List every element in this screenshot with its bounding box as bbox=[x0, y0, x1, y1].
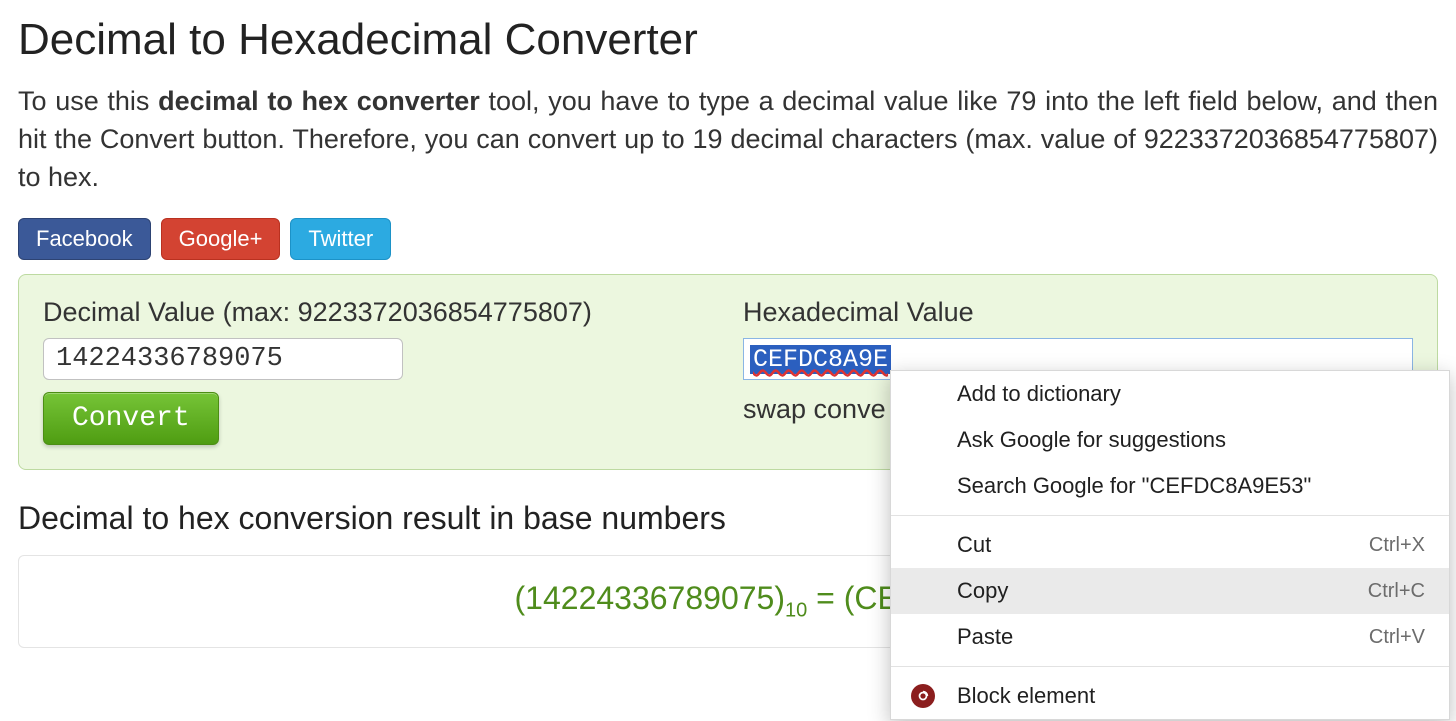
eq-lparen: ( bbox=[515, 580, 526, 616]
facebook-button[interactable]: Facebook bbox=[18, 218, 151, 260]
equation: (14224336789075)10 = (CEFD bbox=[515, 580, 942, 616]
eq-rlparen: ( bbox=[844, 580, 855, 616]
ublock-icon bbox=[911, 684, 935, 708]
eq-eq: = bbox=[807, 580, 843, 616]
twitter-button[interactable]: Twitter bbox=[290, 218, 391, 260]
context-menu-label: Block element bbox=[957, 683, 1095, 709]
context-menu-item[interactable]: Ask Google for suggestions bbox=[891, 417, 1449, 463]
intro-pre: To use this bbox=[18, 86, 158, 116]
hex-label: Hexadecimal Value bbox=[743, 297, 1413, 328]
decimal-input[interactable] bbox=[43, 338, 403, 380]
eq-lhs: 14224336789075 bbox=[525, 580, 774, 616]
convert-button[interactable]: Convert bbox=[43, 392, 219, 445]
context-menu-item[interactable]: Cut Ctrl+X bbox=[891, 522, 1449, 568]
context-menu-label: Copy bbox=[957, 578, 1008, 604]
context-menu-item[interactable]: Search Google for "CEFDC8A9E53" bbox=[891, 463, 1449, 509]
intro-text: To use this decimal to hex converter too… bbox=[18, 83, 1438, 196]
context-menu-label: Cut bbox=[957, 532, 991, 558]
context-menu-item[interactable]: Block element bbox=[891, 673, 1449, 719]
eq-rparen: ) bbox=[774, 580, 785, 616]
context-menu-label: Add to dictionary bbox=[957, 381, 1121, 407]
googleplus-button[interactable]: Google+ bbox=[161, 218, 281, 260]
hex-selected-text: CEFDC8A9E bbox=[750, 345, 891, 374]
social-row: Facebook Google+ Twitter bbox=[18, 218, 1438, 260]
context-menu-shortcut: Ctrl+C bbox=[1368, 580, 1425, 603]
context-menu-divider bbox=[891, 666, 1449, 667]
intro-bold: decimal to hex converter bbox=[158, 86, 480, 116]
context-menu-label: Paste bbox=[957, 624, 1013, 650]
context-menu-divider bbox=[891, 515, 1449, 516]
context-menu: Add to dictionary Ask Google for suggesti… bbox=[890, 370, 1450, 720]
eq-sub: 10 bbox=[785, 600, 807, 622]
context-menu-label: Ask Google for suggestions bbox=[957, 427, 1226, 453]
context-menu-label: Search Google for "CEFDC8A9E53" bbox=[957, 473, 1311, 499]
context-menu-item[interactable]: Copy Ctrl+C bbox=[891, 568, 1449, 614]
context-menu-shortcut: Ctrl+X bbox=[1369, 534, 1425, 557]
context-menu-item[interactable]: Add to dictionary bbox=[891, 371, 1449, 417]
decimal-column: Decimal Value (max: 9223372036854775807)… bbox=[43, 297, 713, 445]
page-title: Decimal to Hexadecimal Converter bbox=[18, 15, 1438, 65]
context-menu-shortcut: Ctrl+V bbox=[1369, 626, 1425, 649]
context-menu-item[interactable]: Paste Ctrl+V bbox=[891, 614, 1449, 660]
decimal-label: Decimal Value (max: 9223372036854775807) bbox=[43, 297, 713, 328]
